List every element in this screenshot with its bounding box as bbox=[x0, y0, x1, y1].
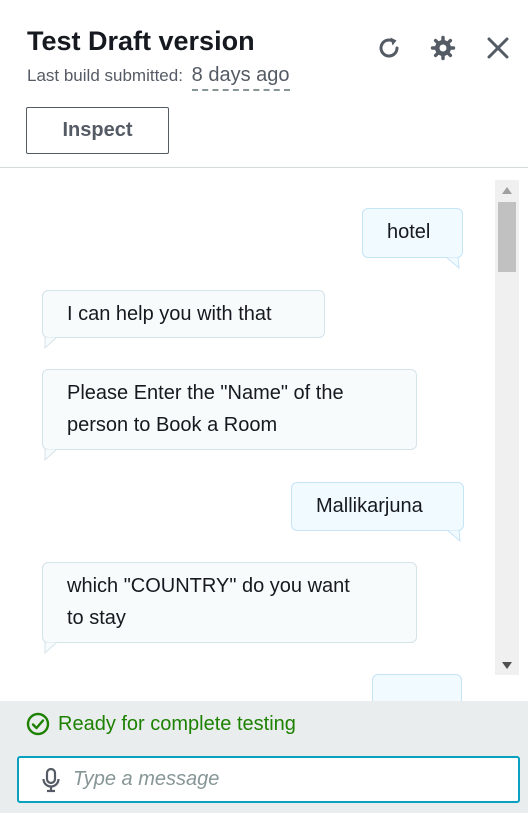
bot-message: I can help you with that bbox=[42, 290, 325, 338]
bot-message: Please Enter the "Name" of the person to… bbox=[42, 369, 417, 450]
check-circle-icon bbox=[26, 712, 50, 736]
bot-message: which "COUNTRY" do you want to stay bbox=[42, 562, 417, 643]
chat-scrollbar[interactable] bbox=[495, 180, 519, 675]
bot-bubble-tail bbox=[44, 642, 58, 654]
message-text: hotel bbox=[387, 221, 431, 243]
message-text: Mallikarjuna bbox=[316, 495, 423, 517]
user-bubble-tail bbox=[446, 257, 460, 269]
message-line: which "COUNTRY" do you want bbox=[67, 575, 350, 597]
microphone-icon[interactable] bbox=[41, 767, 61, 793]
message-line: person to Book a Room bbox=[67, 414, 278, 436]
message-line: Please Enter the "Name" of the bbox=[67, 382, 344, 404]
user-message: hotel bbox=[362, 208, 463, 258]
scroll-thumb[interactable] bbox=[498, 202, 516, 272]
user-message: Mallikarjuna bbox=[291, 482, 464, 531]
last-build-time[interactable]: 8 days ago bbox=[191, 64, 290, 91]
bot-bubble-tail bbox=[44, 337, 58, 349]
gear-icon[interactable] bbox=[427, 32, 459, 64]
user-message-partial bbox=[372, 674, 462, 701]
message-text: I can help you with that bbox=[67, 303, 272, 325]
chat-footer: Ready for complete testing bbox=[0, 701, 528, 813]
status-text: Ready for complete testing bbox=[58, 712, 296, 735]
user-bubble-tail bbox=[447, 530, 461, 542]
close-icon[interactable] bbox=[482, 32, 514, 64]
chat-transcript[interactable]: hotel I can help you with that Please En… bbox=[0, 169, 528, 701]
test-panel-header: Test Draft version Last build submitted:… bbox=[0, 0, 528, 168]
message-line: to stay bbox=[67, 607, 126, 629]
panel-title: Test Draft version bbox=[27, 26, 255, 56]
last-build-label: Last build submitted: bbox=[27, 66, 183, 85]
refresh-icon[interactable] bbox=[373, 32, 405, 64]
scroll-down-arrow-icon[interactable] bbox=[495, 655, 519, 675]
scroll-up-arrow-icon[interactable] bbox=[495, 180, 519, 200]
inspect-button[interactable]: Inspect bbox=[26, 107, 169, 154]
test-status: Ready for complete testing bbox=[26, 712, 296, 736]
bot-bubble-tail bbox=[44, 449, 58, 461]
message-input-container[interactable] bbox=[17, 756, 520, 803]
message-input[interactable] bbox=[73, 768, 493, 791]
last-build-info: Last build submitted: 8 days ago bbox=[27, 64, 290, 91]
